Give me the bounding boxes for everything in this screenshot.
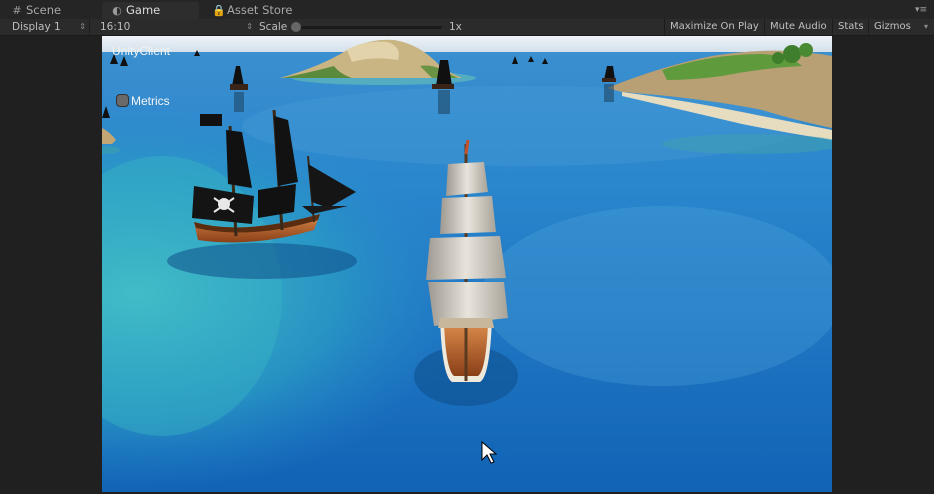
dropdown-arrow-icon: ⇕ [79,22,86,31]
metrics-label: Metrics [131,94,170,108]
scale-value: 1x [449,21,462,33]
tab-strip: # Scene ◐ Game 🔒Asset Store ▾≡ [0,0,934,19]
tab-scene-label: Scene [26,3,62,17]
tab-game-label: Game [126,3,161,17]
display-dropdown[interactable]: Display 1 ⇕ [4,19,90,35]
display-dropdown-label: Display 1 [12,21,61,33]
scale-slider-track[interactable] [296,26,442,29]
client-title: UnityClient [112,44,171,58]
pacman-icon: ◐ [112,4,122,17]
mute-audio-toggle[interactable]: Mute Audio [764,19,832,35]
dropdown-arrow-icon: ▾ [923,22,928,31]
grid-icon: # [12,4,22,17]
dropdown-arrow-icon: ⇕ [246,22,253,31]
metrics-checkbox[interactable] [116,94,129,107]
ocean-scene [102,36,832,492]
gizmos-dropdown[interactable]: Gizmos ▾ [868,19,934,35]
tab-game[interactable]: ◐ Game [102,2,199,19]
pane-menu-icon[interactable]: ▾≡ [914,4,928,16]
aspect-dropdown[interactable]: 16:10 ⇕ [92,19,256,35]
gizmos-label: Gizmos [874,21,911,32]
tab-asset-store-label: Asset Store [227,3,293,17]
stats-toggle[interactable]: Stats [832,19,868,35]
aspect-dropdown-label: 16:10 [100,21,131,33]
game-toolbar: Display 1 ⇕ 16:10 ⇕ Scale 1x Maximize On… [0,19,934,36]
scale-label: Scale [259,21,288,33]
tab-asset-store[interactable]: 🔒Asset Store [203,2,315,19]
tab-scene[interactable]: # Scene [2,2,98,19]
scale-slider-thumb[interactable] [291,22,301,32]
metrics-toggle[interactable]: Metrics [116,93,170,109]
lock-icon: 🔒 [212,4,226,17]
maximize-on-play-toggle[interactable]: Maximize On Play [664,19,764,35]
game-viewport[interactable]: UnityClient Metrics [102,36,832,492]
